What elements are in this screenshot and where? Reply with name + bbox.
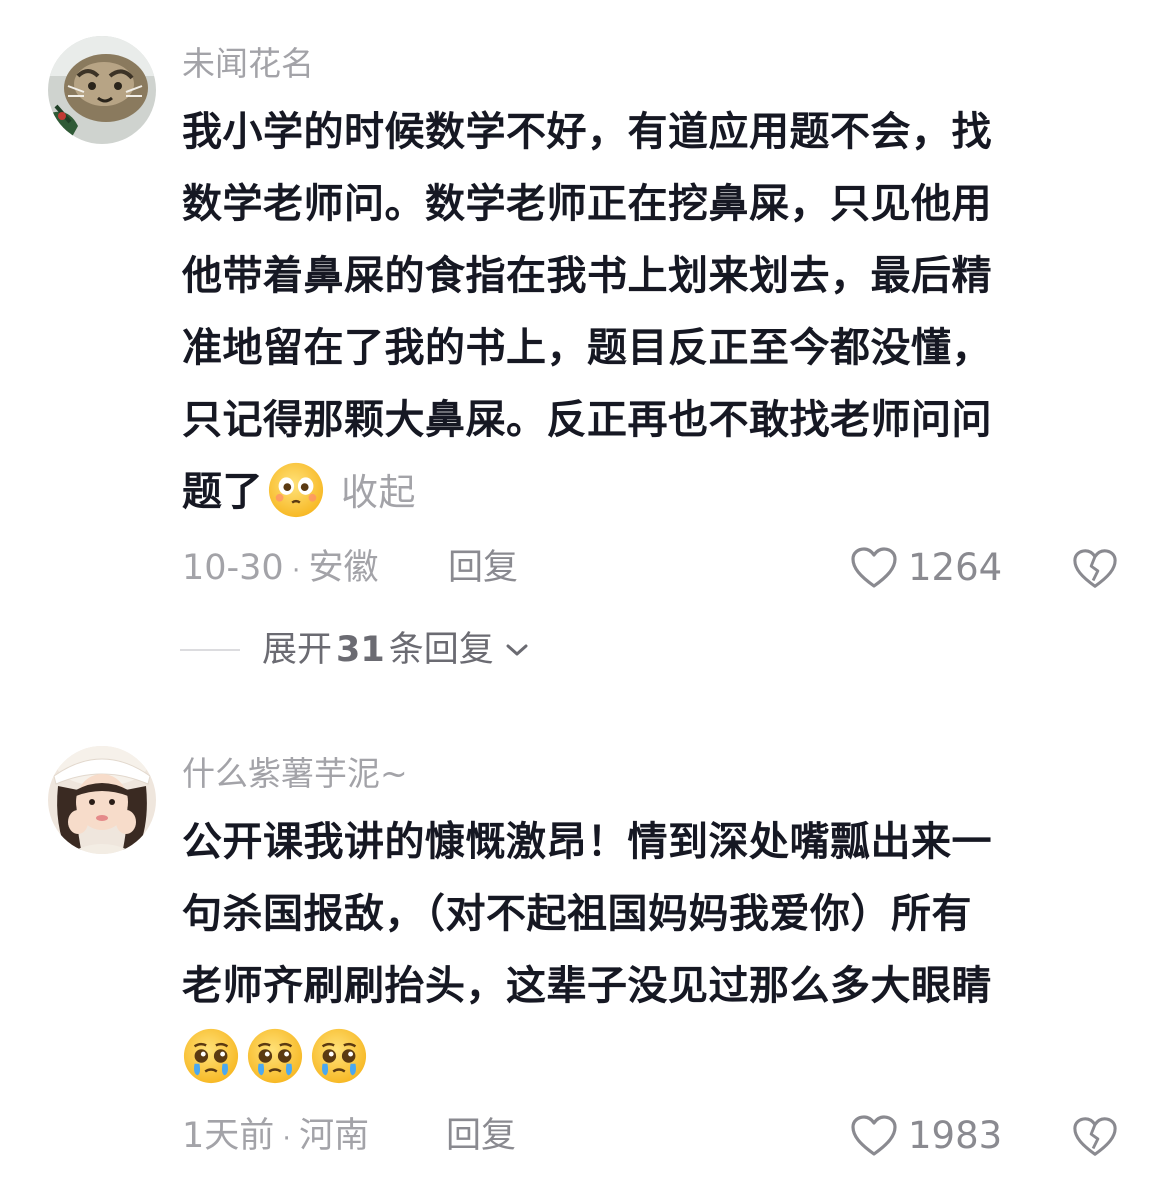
broken-heart-icon[interactable] bbox=[1072, 546, 1118, 592]
username[interactable]: 未闻花名 bbox=[182, 44, 314, 84]
emoji-line bbox=[182, 1022, 1102, 1094]
girl-avatar-icon bbox=[48, 746, 156, 854]
comment-text: 公开课我讲的慷慨激昂！情到深处嘴瓢出来一 句杀国报敌，（对不起祖国妈妈我爱你）所… bbox=[182, 806, 1102, 1094]
pleading-face-emoji-icon bbox=[311, 1028, 367, 1084]
comment-location: 河南 bbox=[299, 1116, 370, 1156]
comment-line: 公开课我讲的慷慨激昂！情到深处嘴瓢出来一 bbox=[182, 819, 992, 865]
comment-line: 他带着鼻屎的食指在我书上划来划去，最后精 bbox=[182, 253, 992, 299]
expand-replies-button[interactable]: 展开 31 条回复 bbox=[180, 628, 530, 672]
like-count: 1983 bbox=[908, 1114, 1003, 1157]
comment-line: 句杀国报敌，（对不起祖国妈妈我爱你）所有 bbox=[182, 891, 972, 937]
broken-heart-icon[interactable] bbox=[1072, 1114, 1118, 1160]
comment-location: 安徽 bbox=[308, 548, 379, 588]
like-button[interactable]: 1264 bbox=[850, 546, 1002, 590]
expand-suffix: 条回复 bbox=[388, 630, 494, 670]
pleading-face-emoji-icon bbox=[183, 1028, 239, 1084]
comment-meta: 1天前 · 河南 bbox=[182, 1114, 369, 1161]
divider bbox=[180, 649, 240, 651]
like-button[interactable]: 1983 bbox=[850, 1114, 1002, 1158]
meta-separator: · bbox=[283, 556, 309, 586]
comment-line: 题了 bbox=[182, 469, 263, 515]
comment-line: 数学老师问。数学老师正在挖鼻屎，只见他用 bbox=[182, 181, 992, 227]
comment-line: 我小学的时候数学不好，有道应用题不会，找 bbox=[182, 109, 992, 155]
collapse-link[interactable]: 收起 bbox=[341, 471, 416, 514]
reply-button[interactable]: 回复 bbox=[446, 1114, 516, 1158]
avatar[interactable] bbox=[48, 36, 156, 144]
like-count: 1264 bbox=[908, 546, 1003, 589]
pleading-face-emoji-icon bbox=[247, 1028, 303, 1084]
username[interactable]: 什么紫薯芋泥~ bbox=[182, 754, 408, 794]
cat-avatar-icon bbox=[48, 36, 156, 144]
comment-text: 我小学的时候数学不好，有道应用题不会，找 数学老师问。数学老师正在挖鼻屎，只见他… bbox=[182, 96, 1102, 529]
comment-line: 只记得那颗大鼻屎。反正再也不敢找老师问问 bbox=[182, 397, 992, 443]
heart-icon bbox=[851, 1115, 897, 1156]
comment-date: 10-30 bbox=[182, 548, 284, 588]
reply-count: 31 bbox=[336, 630, 385, 670]
avatar[interactable] bbox=[48, 746, 156, 854]
comment-line: 老师齐刷刷抬头，这辈子没见过那么多大眼睛 bbox=[182, 963, 992, 1009]
chevron-down-icon bbox=[506, 644, 528, 656]
meta-separator: · bbox=[274, 1124, 300, 1154]
comment-date: 1天前 bbox=[182, 1116, 275, 1156]
dazed-face-emoji-icon bbox=[268, 462, 324, 518]
comment-line-last: 题了 收起 bbox=[182, 456, 1102, 529]
expand-prefix: 展开 bbox=[262, 630, 333, 670]
reply-button[interactable]: 回复 bbox=[448, 546, 518, 590]
comment-line: 准地留在了我的书上，题目反正至今都没懂， bbox=[182, 325, 992, 371]
heart-icon bbox=[851, 547, 897, 588]
comment-meta: 10-30 · 安徽 bbox=[182, 546, 379, 593]
